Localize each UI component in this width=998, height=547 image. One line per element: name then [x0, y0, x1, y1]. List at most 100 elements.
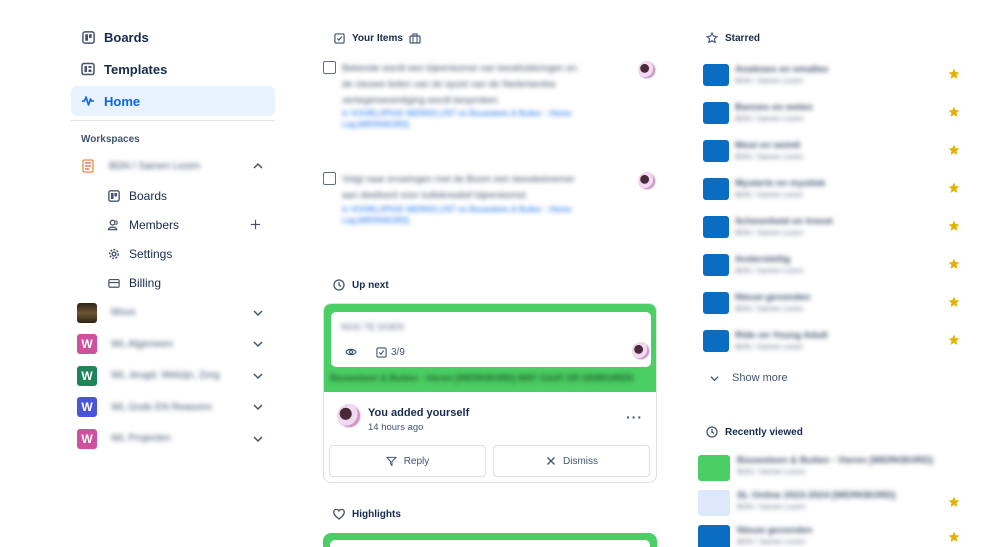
workspace-item[interactable]: W WL Gods EN Reasonn [71, 392, 275, 424]
board-workspace: BDN / Samen Lezen [735, 266, 804, 275]
workspace-item[interactable]: W WL Projecten [71, 423, 275, 455]
workspace-boards-label: Boards [129, 188, 168, 203]
card-preview[interactable]: NOG TE DOEN 3/9 [331, 312, 651, 367]
avatar[interactable] [632, 342, 650, 360]
card-cover[interactable]: NOG TE DOEN 3/9 Bouwsteen & Buiten - Vie… [324, 304, 656, 392]
star-icon[interactable] [948, 67, 961, 80]
board-name: Andersteltig [735, 254, 791, 265]
clock-icon [333, 279, 345, 291]
card-board-path[interactable]: Bouwsteen & Buiten - Vieren [WERKBORD] W… [330, 373, 633, 383]
chevron-down-icon[interactable] [251, 432, 265, 446]
other-workspaces: Mous W WL Algemeen W WL Jeugd, Welzijn, Zorg… [71, 297, 275, 455]
item-board-link[interactable]: in VOORLOPIGE WERKELIJST on Bouwsteen & … [342, 108, 584, 119]
chevron-down-icon[interactable] [251, 369, 265, 383]
workspace-settings[interactable]: Settings [71, 239, 275, 268]
clock-icon [706, 426, 718, 438]
board-thumbnail [703, 64, 729, 86]
highlight-card-preview[interactable] [330, 540, 650, 547]
star-icon[interactable] [948, 495, 961, 508]
starred-board[interactable]: Nieuw gevonden BDN / Samen Lezen [703, 292, 963, 320]
reply-button[interactable]: Reply [329, 445, 486, 477]
nav-home-label: Home [104, 93, 141, 109]
template-icon [81, 62, 95, 76]
nav-templates[interactable]: Templates [71, 54, 275, 84]
recent-board[interactable]: Nieuw gevonden BDN / Samen Lezen [698, 525, 960, 547]
item-board-link-2[interactable]: Leg [WERKBORD] [342, 119, 584, 130]
board-thumbnail [703, 330, 729, 352]
board-thumbnail [703, 254, 729, 276]
sidebar: Boards Templates Home Workspaces BDN / S… [71, 22, 275, 455]
show-more-button[interactable]: Show more [709, 372, 788, 384]
board-name: Bouwsteen & Buiten - Vieren [WERKBORD] [737, 455, 933, 466]
starred-board[interactable]: Bannes en weten BDN / Samen Lezen [703, 102, 963, 130]
up-next-card: NOG TE DOEN 3/9 Bouwsteen & Buiten - Vie… [323, 303, 657, 483]
board-workspace: BDN / Samen Lezen [735, 190, 804, 199]
workspace-item[interactable]: Mous [71, 297, 275, 329]
chevron-down-icon[interactable] [251, 337, 265, 351]
chevron-down-icon[interactable] [251, 306, 265, 320]
checklist-count: 3/9 [391, 346, 405, 358]
starred-board[interactable]: Mysterie en mystiek BDN / Samen Lezen [703, 178, 963, 206]
recent-board[interactable]: Bouwsteen & Buiten - Vieren [WERKBORD] BD… [698, 455, 960, 485]
workspace-name: BDN / Samen Lezen [109, 160, 201, 172]
workspace-logo: W [77, 365, 97, 386]
send-icon [386, 456, 397, 467]
item-checkbox[interactable] [323, 172, 336, 185]
chevron-down-icon [709, 373, 720, 384]
star-icon[interactable] [948, 257, 961, 270]
card-title: NOG TE DOEN [341, 322, 404, 332]
workspace-item[interactable]: W WL Algemeen [71, 329, 275, 361]
add-member-icon[interactable] [249, 218, 263, 232]
starred-board[interactable]: Mooi en weintl BDN / Samen Lezen [703, 140, 963, 168]
chevron-down-icon[interactable] [251, 400, 265, 414]
item-board-link[interactable]: in VOORLOPIGE WERKELIJST on Bouwsteen & … [342, 204, 584, 215]
starred-board[interactable]: Andersteltig BDN / Samen Lezen [703, 254, 963, 282]
workspace-members-label: Members [129, 217, 180, 232]
workspace-billing[interactable]: Billing [71, 268, 275, 297]
star-icon[interactable] [948, 181, 961, 194]
workspace-item[interactable]: W WL Jeugd, Welzijn, Zorg [71, 360, 275, 392]
star-icon[interactable] [948, 333, 961, 346]
item-checkbox[interactable] [323, 61, 336, 74]
starred-board[interactable]: Analeses en emaltes BDN / Samen Lezen [703, 64, 963, 92]
avatar[interactable] [638, 172, 656, 190]
board-thumbnail [698, 490, 730, 516]
dismiss-button[interactable]: Dismiss [493, 445, 650, 477]
starred-heading: Starred [706, 32, 760, 44]
sidebar-divider [71, 120, 275, 121]
board-name: Nieuw gevonden [735, 292, 811, 303]
item-board-link-2[interactable]: Leg [WERKBORD] [342, 215, 584, 226]
checkbox-icon [333, 32, 345, 44]
recent-board[interactable]: SL Online 2023-2024 [WERKBORD] BDN / Same… [698, 490, 960, 520]
chevron-up-icon[interactable] [251, 159, 265, 173]
nav-home[interactable]: Home [71, 86, 275, 116]
nav-boards[interactable]: Boards [71, 22, 275, 52]
star-icon[interactable] [948, 530, 961, 543]
card-icon [107, 276, 120, 289]
item-content: Volgt naar ervaringen met de Boom een le… [342, 172, 584, 226]
star-icon[interactable] [948, 143, 961, 156]
notification-text: You added yourself [368, 407, 470, 419]
board-thumbnail [698, 455, 730, 481]
workspace-boards[interactable]: Boards [71, 181, 275, 210]
workspace-logo [81, 156, 95, 176]
board-thumbnail [703, 292, 729, 314]
more-options-icon[interactable]: ··· [626, 409, 643, 425]
workspace-current[interactable]: BDN / Samen Lezen [71, 151, 275, 181]
board-workspace: BDN / Samen Lezen [735, 304, 804, 313]
starred-board[interactable]: Ride on Young Adult BDN / Samen Lezen [703, 330, 963, 358]
star-icon[interactable] [948, 105, 961, 118]
highlight-card[interactable] [323, 533, 657, 547]
workspace-members[interactable]: Members [71, 210, 275, 239]
board-thumbnail [703, 140, 729, 162]
workspace-name: WL Gods EN Reasonn [111, 401, 212, 413]
star-icon[interactable] [948, 219, 961, 232]
board-workspace: BDN / Samen Lezen [735, 76, 804, 85]
board-workspace: BDN / Samen Lezen [735, 114, 804, 123]
avatar[interactable] [638, 61, 656, 79]
item-text: Volgt naar ervaringen met de Boom een le… [342, 174, 575, 201]
board-name: Nieuw gevonden [737, 525, 813, 536]
board-name: Ride on Young Adult [735, 330, 828, 341]
starred-board[interactable]: Schoonheid en troost BDN / Samen Lezen [703, 216, 963, 244]
star-icon[interactable] [948, 295, 961, 308]
